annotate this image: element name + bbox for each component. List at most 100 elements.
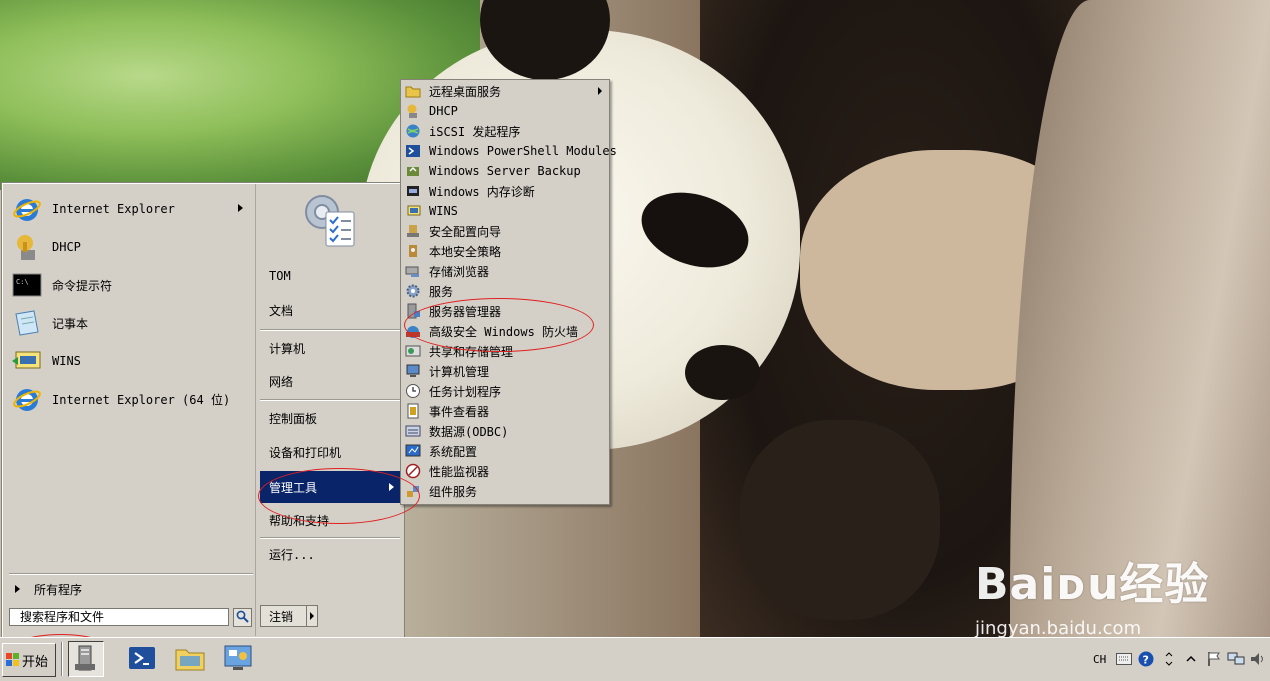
submenu-item-label: Windows PowerShell Modules [429, 144, 617, 158]
taskbar-control-panel[interactable] [220, 641, 256, 677]
right-item-network[interactable]: 网络 [260, 365, 400, 397]
submenu-item-services[interactable]: 服务 [402, 281, 608, 301]
keyboard-icon[interactable] [1114, 649, 1133, 669]
help-icon[interactable]: ? [1137, 649, 1156, 669]
network-icon[interactable] [1226, 649, 1245, 669]
submenu-item-wins[interactable]: WINS [402, 201, 608, 221]
submenu-item-powershell-modules[interactable]: Windows PowerShell Modules [402, 141, 617, 161]
right-item-run[interactable]: 运行... [260, 538, 400, 570]
search-button[interactable] [233, 608, 252, 627]
submenu-item-label: 事件查看器 [429, 404, 490, 419]
dhcp-icon [405, 103, 421, 119]
expand-arrow-icon [15, 585, 20, 593]
wallpaper-panda-nose [685, 345, 760, 400]
powershell-icon [128, 646, 156, 673]
submenu-item-label: DHCP [429, 104, 458, 118]
pinned-item-wins[interactable]: WINS [11, 343, 251, 379]
submenu-item-remote-desktop-services[interactable]: 远程桌面服务 [402, 81, 608, 101]
submenu-item-iscsi-initiator[interactable]: iSCSI 发起程序 [402, 121, 608, 141]
wins-icon [405, 203, 421, 219]
submenu-item-label: 共享和存储管理 [429, 344, 514, 359]
right-item-documents[interactable]: 文档 [260, 294, 400, 326]
submenu-arrow-icon [389, 483, 394, 491]
shutdown-options-arrow-icon[interactable] [306, 606, 317, 626]
pinned-item-dhcp[interactable]: DHCP [11, 229, 251, 265]
submenu-item-memory-diagnostic[interactable]: Windows 内存诊断 [402, 181, 608, 201]
user-picture-icon [300, 190, 360, 250]
taskbar-server-manager[interactable] [68, 641, 104, 677]
local-security-policy-icon [405, 243, 421, 259]
taskbar-separator [61, 642, 63, 676]
right-item-admin-tools[interactable]: 管理工具 [260, 471, 400, 503]
pinned-item-label: DHCP [52, 240, 81, 254]
submenu-item-server-backup[interactable]: Windows Server Backup [402, 161, 608, 181]
search-icon [236, 610, 249, 626]
flag-icon[interactable] [1204, 649, 1223, 669]
event-viewer-icon [405, 403, 421, 419]
submenu-item-label: 远程桌面服务 [429, 84, 502, 99]
submenu-item-odbc[interactable]: 数据源(ODBC) [402, 421, 608, 441]
volume-icon[interactable] [1249, 649, 1268, 669]
taskbar-explorer[interactable] [172, 641, 208, 677]
admin-tools-label: 管理工具 [269, 480, 318, 495]
submenu-item-share-storage-mgmt[interactable]: 共享和存储管理 [402, 341, 608, 361]
right-item-help-support[interactable]: 帮助和支持 [260, 504, 400, 536]
logoff-button[interactable]: 注销 [260, 605, 318, 627]
right-pane-divider [260, 329, 400, 331]
pinned-item-command-prompt[interactable]: C:\ 命令提示符 [11, 267, 251, 303]
right-item-devices-printers[interactable]: 设备和打印机 [260, 436, 400, 468]
backup-icon [405, 163, 421, 179]
submenu-arrow-icon [238, 204, 243, 212]
server-manager-icon [73, 644, 99, 675]
submenu-item-computer-management[interactable]: 计算机管理 [402, 361, 608, 381]
computer-management-icon [405, 363, 421, 379]
pinned-item-internet-explorer[interactable]: Internet Explorer [11, 191, 251, 227]
right-item-computer[interactable]: 计算机 [260, 332, 400, 364]
submenu-arrow-icon [598, 87, 602, 95]
folder-icon [405, 83, 421, 99]
submenu-item-server-manager[interactable]: 服务器管理器 [402, 301, 608, 321]
submenu-item-security-config-wizard[interactable]: 安全配置向导 [402, 221, 608, 241]
submenu-item-system-configuration[interactable]: 系统配置 [402, 441, 608, 461]
ie-icon [11, 193, 43, 225]
share-storage-icon [405, 343, 421, 359]
all-programs-label: 所有程序 [34, 582, 83, 597]
submenu-item-local-security-policy[interactable]: 本地安全策略 [402, 241, 608, 261]
powershell-icon [405, 143, 421, 159]
pinned-item-internet-explorer-64[interactable]: Internet Explorer (64 位) [11, 381, 251, 417]
submenu-item-performance-monitor[interactable]: 性能监视器 [402, 461, 608, 481]
submenu-item-label: 系统配置 [429, 444, 478, 459]
submenu-item-event-viewer[interactable]: 事件查看器 [402, 401, 608, 421]
wallpaper-tree-trunk [1010, 0, 1270, 637]
ie-icon [11, 383, 43, 415]
show-hidden-icon[interactable] [1181, 649, 1200, 669]
submenu-item-label: Windows Server Backup [429, 164, 581, 178]
taskbar-powershell[interactable] [124, 641, 160, 677]
submenu-item-label: 本地安全策略 [429, 244, 502, 259]
pinned-item-notepad[interactable]: 记事本 [11, 305, 251, 341]
chevron-icon[interactable] [1159, 649, 1178, 669]
submenu-item-dhcp[interactable]: DHCP [402, 101, 608, 121]
control-panel-icon [223, 644, 253, 675]
iscsi-globe-icon [405, 123, 421, 139]
submenu-item-storage-explorer[interactable]: 存储浏览器 [402, 261, 608, 281]
start-menu-right-pane: TOM 文档 计算机 网络 控制面板 设备和打印机 管理工具 帮助和支持 运行.… [255, 184, 404, 636]
notepad-icon [11, 307, 43, 339]
explorer-folder-icon [174, 644, 206, 675]
svg-text:?: ? [1143, 654, 1149, 667]
language-indicator[interactable]: CH [1088, 653, 1111, 666]
start-menu: Internet Explorer DHCP C:\ 命令提示符 记事本 WIN… [1, 182, 405, 638]
system-config-icon [405, 443, 421, 459]
submenu-item-component-services[interactable]: 组件服务 [402, 481, 608, 501]
search-input[interactable]: 搜索程序和文件 [9, 608, 229, 626]
submenu-item-advanced-firewall[interactable]: 高级安全 Windows 防火墙 [402, 321, 608, 341]
security-wizard-icon [405, 223, 421, 239]
pinned-item-label: WINS [52, 354, 81, 368]
right-item-user[interactable]: TOM [260, 260, 400, 292]
task-scheduler-clock-icon [405, 383, 421, 399]
right-item-control-panel[interactable]: 控制面板 [260, 402, 400, 434]
start-button[interactable]: 开始 [2, 643, 56, 677]
pinned-item-label: 记事本 [52, 316, 89, 331]
all-programs-button[interactable]: 所有程序 [11, 579, 251, 599]
submenu-item-task-scheduler[interactable]: 任务计划程序 [402, 381, 608, 401]
